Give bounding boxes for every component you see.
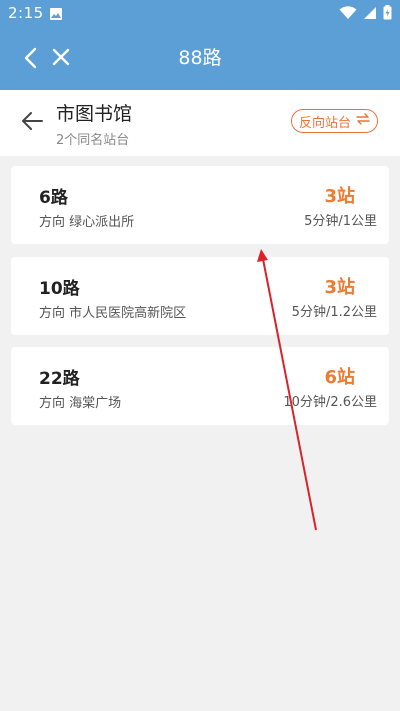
route-card[interactable]: 6路 方向 绿心派出所 3站 5分钟/1公里 — [11, 166, 389, 244]
reverse-station-button[interactable]: 反向站台 — [290, 109, 378, 133]
route-name: 22路 — [39, 369, 80, 389]
status-time: 2:15 — [8, 4, 44, 22]
time-distance: 5分钟/1公里 — [304, 214, 377, 229]
route-name: 10路 — [39, 279, 80, 299]
stops-away: 6站 — [324, 367, 355, 388]
time-distance: 5分钟/1.2公里 — [291, 305, 377, 320]
battery-charging-icon — [383, 5, 392, 24]
back-arrow-icon[interactable] — [20, 108, 46, 134]
station-header: 市图书馆 2个同名站台 反向站台 — [0, 90, 400, 156]
route-card[interactable]: 10路 方向 市人民医院高新院区 3站 5分钟/1.2公里 — [11, 257, 389, 335]
station-subtitle: 2个同名站台 — [56, 133, 130, 148]
stops-away: 3站 — [324, 277, 355, 298]
route-direction: 方向 海棠广场 — [39, 396, 122, 411]
station-name: 市图书馆 — [56, 103, 133, 125]
wifi-icon — [339, 5, 357, 24]
signal-icon — [363, 5, 377, 24]
stops-away: 3站 — [324, 186, 355, 207]
page-title: 88路 — [178, 47, 222, 69]
route-card[interactable]: 22路 方向 海棠广场 6站 10分钟/2.6公里 — [11, 347, 389, 425]
route-direction: 方向 市人民医院高新院区 — [39, 306, 187, 321]
status-bar: 2:15 — [0, 0, 400, 26]
swap-arrows-icon — [356, 113, 370, 129]
image-icon — [49, 6, 63, 25]
reverse-station-label: 反向站台 — [298, 115, 351, 131]
time-distance: 10分钟/2.6公里 — [283, 395, 377, 410]
route-direction: 方向 绿心派出所 — [39, 215, 135, 230]
route-name: 6路 — [39, 188, 68, 208]
nav-bar: 88路 — [0, 26, 400, 90]
